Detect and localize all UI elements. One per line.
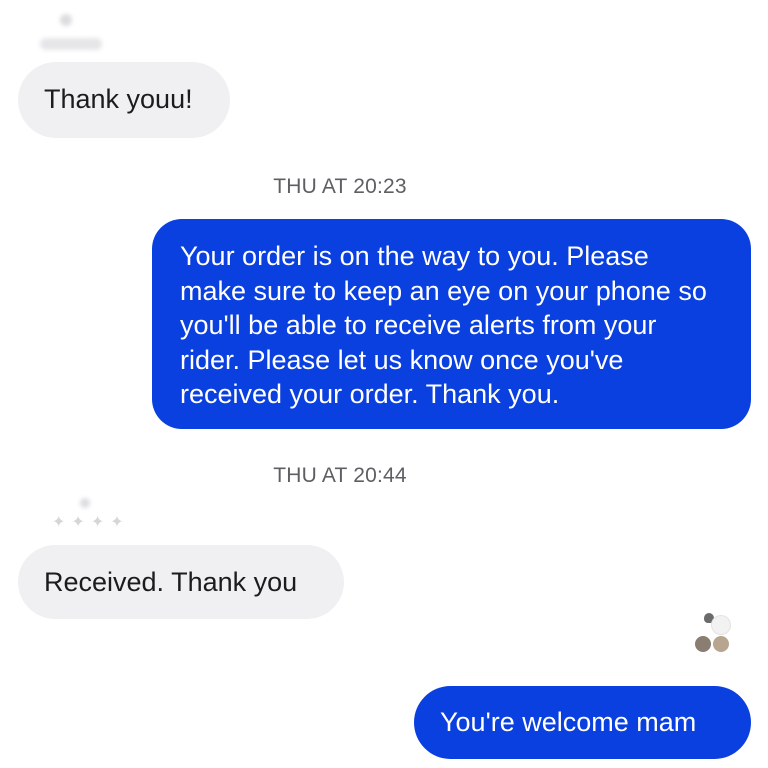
- message-text: Received. Thank you: [44, 567, 298, 597]
- message-text: You're welcome mam: [440, 707, 697, 737]
- message-text: Thank youu!: [44, 84, 193, 114]
- outgoing-message-bubble[interactable]: Your order is on the way to you. Please …: [152, 219, 751, 429]
- seen-avatar-icon: [695, 636, 711, 652]
- outgoing-message-bubble[interactable]: You're welcome mam: [414, 686, 751, 759]
- incoming-message-bubble[interactable]: Thank youu!: [18, 62, 230, 138]
- seen-avatar-icon: [712, 616, 730, 634]
- message-timestamp: THU AT 20:44: [273, 464, 407, 487]
- message-timestamp: THU AT 20:23: [273, 175, 407, 198]
- blurred-sender-name-icon: [40, 38, 102, 50]
- incoming-message-bubble[interactable]: Received. Thank you: [18, 545, 344, 619]
- blurred-sender-name-icon: ✦✦✦✦: [52, 514, 130, 531]
- blurred-sender-avatar-icon: [60, 14, 72, 26]
- seen-avatar-icon: [713, 636, 729, 652]
- blurred-sender-avatar-icon: [80, 498, 90, 508]
- chat-thread: Thank youu! THU AT 20:23 Your order is o…: [0, 0, 768, 768]
- message-text: Your order is on the way to you. Please …: [180, 241, 707, 409]
